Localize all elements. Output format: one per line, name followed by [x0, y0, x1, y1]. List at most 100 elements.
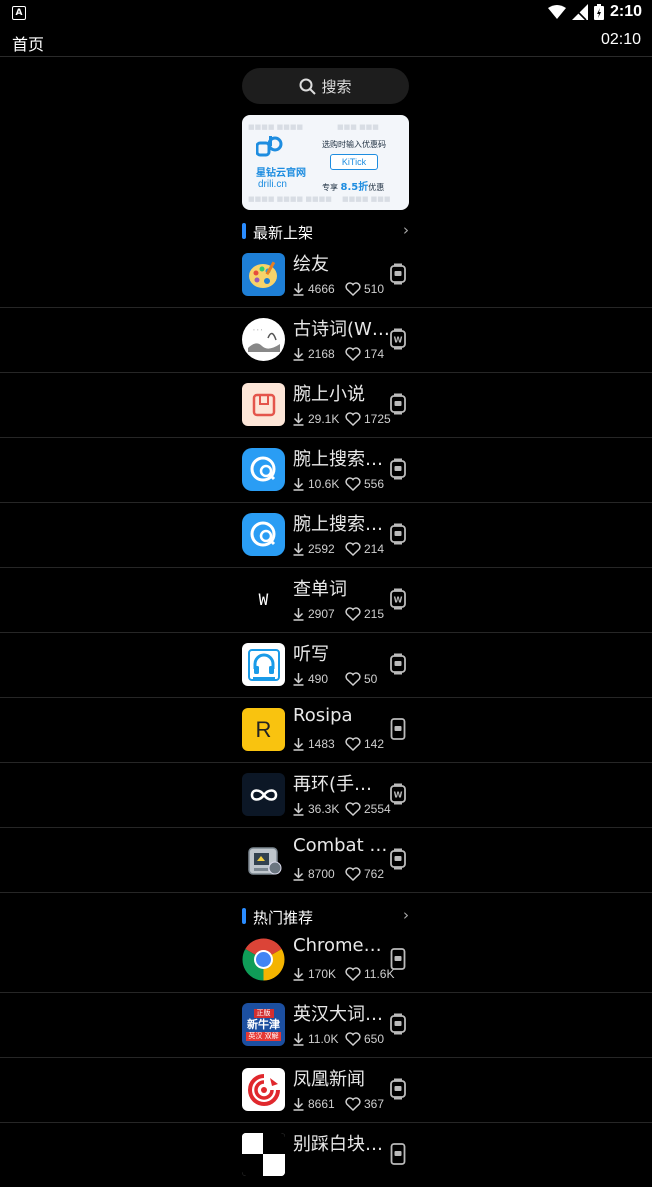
app-name: 英汉大词…	[293, 1004, 383, 1025]
top-bar: 首页 02:10	[0, 26, 652, 57]
app-row[interactable]: 腕上小说 29.1K 1725	[0, 372, 652, 438]
download-count: 2168	[308, 347, 335, 361]
app-stats: 4666 510	[293, 282, 384, 296]
app-name: 听写	[293, 644, 329, 665]
watch-icon	[390, 1078, 406, 1100]
phone-icon	[390, 718, 406, 740]
heart-icon	[345, 672, 361, 686]
banner-brand: 星钻云官网	[256, 168, 306, 179]
like-count: 367	[364, 1097, 385, 1111]
download-icon	[293, 672, 304, 686]
heart-icon	[345, 347, 361, 361]
download-count: 170K	[308, 967, 337, 981]
download-icon	[293, 967, 304, 981]
download-count: 490	[308, 672, 329, 686]
download-icon	[293, 737, 304, 751]
app-name: 绘友	[293, 254, 329, 275]
heart-icon	[345, 542, 361, 556]
app-stats: 29.1K 1725	[293, 412, 391, 426]
watch-icon	[390, 263, 406, 285]
heart-icon	[345, 1097, 361, 1111]
wearos-icon: W	[390, 783, 406, 805]
status-bar: A 2:10	[0, 0, 652, 26]
banner-url: drili.cn	[258, 179, 287, 190]
dictionary-icon: 正版 新牛津 英汉 双解	[242, 1003, 285, 1046]
section-accent-bar	[242, 908, 246, 924]
app-row[interactable]: 正版 新牛津 英汉 双解 英汉大词… 11.0K 650	[0, 992, 652, 1058]
app-name: 腕上搜索…	[293, 449, 383, 470]
like-count: 762	[364, 867, 385, 881]
phone-icon	[390, 1143, 406, 1165]
clock-text: 02:10	[600, 31, 641, 48]
app-stats: 1483 142	[293, 737, 384, 751]
svg-text:W: W	[394, 596, 403, 605]
app-stats: 2168 174	[293, 347, 384, 361]
app-row[interactable]: ‧ ‧ ‧ 古诗词(W… 2168 174 W	[0, 307, 652, 373]
download-count: 2592	[308, 542, 335, 556]
like-count: 142	[364, 737, 385, 751]
app-row[interactable]: R Rosipa 1483 142	[0, 697, 652, 763]
banner-discount: 专享 8.5折优惠	[322, 182, 385, 193]
battery-icon	[593, 4, 604, 20]
svg-text:W: W	[394, 336, 403, 345]
svg-text:‧ ‧ ‧: ‧ ‧ ‧	[253, 327, 263, 334]
app-stats: 490 50	[293, 672, 377, 686]
watch-icon	[390, 458, 406, 480]
like-count: 215	[364, 607, 385, 621]
app-stats: 11.0K 650	[293, 1032, 384, 1046]
download-icon	[293, 802, 304, 816]
search-button[interactable]: 搜索	[242, 68, 409, 104]
phone-icon	[390, 948, 406, 970]
app-row[interactable]: 听写 490 50	[0, 632, 652, 698]
search-label: 搜索	[321, 77, 352, 96]
app-row[interactable]: 别踩白块…	[0, 1122, 652, 1187]
app-row[interactable]: 再环(手… 36.3K 2554 W	[0, 762, 652, 828]
heart-icon	[345, 737, 361, 751]
download-icon	[293, 412, 304, 426]
download-icon	[293, 542, 304, 556]
like-count: 50	[364, 672, 378, 686]
globe-search-icon	[242, 448, 285, 491]
infinity-icon	[242, 773, 285, 816]
like-count: 174	[364, 347, 385, 361]
download-icon	[293, 607, 304, 621]
download-icon	[293, 347, 304, 361]
app-row[interactable]: 绘友 4666 510	[0, 242, 652, 308]
wifi-icon	[547, 5, 566, 19]
app-stats: 36.3K 2554	[293, 802, 391, 816]
phoenix-icon	[242, 1068, 285, 1111]
app-stats: 8661 367	[293, 1097, 384, 1111]
app-row[interactable]: Combat … 8700 762	[0, 827, 652, 893]
download-icon	[293, 1097, 304, 1111]
section-header-newest[interactable]: 最新上架 ›	[242, 221, 409, 242]
download-count: 8700	[308, 867, 335, 881]
app-name: 腕上搜索…	[293, 514, 383, 535]
section-header-hot[interactable]: 热门推荐 ›	[242, 906, 409, 927]
download-count: 36.3K	[308, 802, 340, 816]
wearos-icon: W	[390, 588, 406, 610]
app-stats: 10.6K 556	[293, 477, 384, 491]
promo-banner[interactable]: ■■■■ ■■■■ ■■■ ■■■ ■■■■ ■■■■ ■■■■ ■■■■ ■■…	[242, 115, 409, 210]
ink-painting-icon: ‧ ‧ ‧	[242, 318, 285, 361]
app-row[interactable]: Chrome… 170K 11.6K	[0, 927, 652, 993]
app-stats: 8700 762	[293, 867, 384, 881]
like-count: 510	[364, 282, 385, 296]
app-row[interactable]: 腕上搜索… 10.6K 556	[0, 437, 652, 503]
app-row[interactable]: 腕上搜索… 2592 214	[0, 502, 652, 568]
heart-icon	[345, 1032, 361, 1046]
app-row[interactable]: W 查单词 2907 215 W	[0, 567, 652, 633]
app-name: 再环(手…	[293, 774, 373, 795]
heart-icon	[345, 412, 361, 426]
app-name: 查单词	[293, 579, 347, 600]
section-title: 最新上架	[253, 224, 314, 242]
section-title: 热门推荐	[253, 909, 314, 927]
watch-icon	[390, 653, 406, 675]
app-name: 别踩白块…	[293, 1134, 383, 1155]
app-stats: 2592 214	[293, 542, 384, 556]
heart-icon	[345, 282, 361, 296]
headphones-icon	[242, 643, 285, 686]
banner-promo-code: KiTick	[330, 154, 378, 170]
app-name: Combat …	[293, 835, 388, 856]
download-count: 10.6K	[308, 477, 340, 491]
app-row[interactable]: 凤凰新闻 8661 367	[0, 1057, 652, 1123]
